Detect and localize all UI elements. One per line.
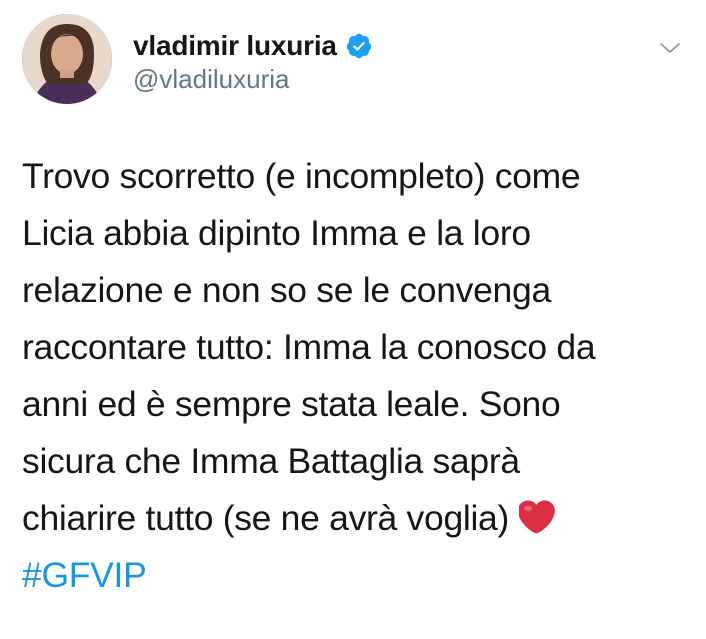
red-heart-emoji	[519, 500, 555, 534]
display-name[interactable]: vladimir luxuria	[133, 30, 337, 62]
chevron-down-icon[interactable]	[658, 40, 682, 56]
avatar-portrait-icon	[22, 14, 112, 104]
tweet-text: Trovo scorretto (e incompleto) come Lici…	[22, 148, 690, 604]
author-name-row[interactable]: vladimir luxuria	[133, 30, 373, 62]
tweet-body: Trovo scorretto (e incompleto) come Lici…	[22, 156, 596, 538]
user-handle[interactable]: @vladiluxuria	[133, 64, 289, 95]
verified-badge-icon	[346, 33, 372, 59]
avatar[interactable]	[22, 14, 112, 104]
tweet-card: vladimir luxuria @vladiluxuria Trovo sco…	[0, 0, 706, 639]
hashtag-link[interactable]: #GFVIP	[22, 555, 147, 595]
